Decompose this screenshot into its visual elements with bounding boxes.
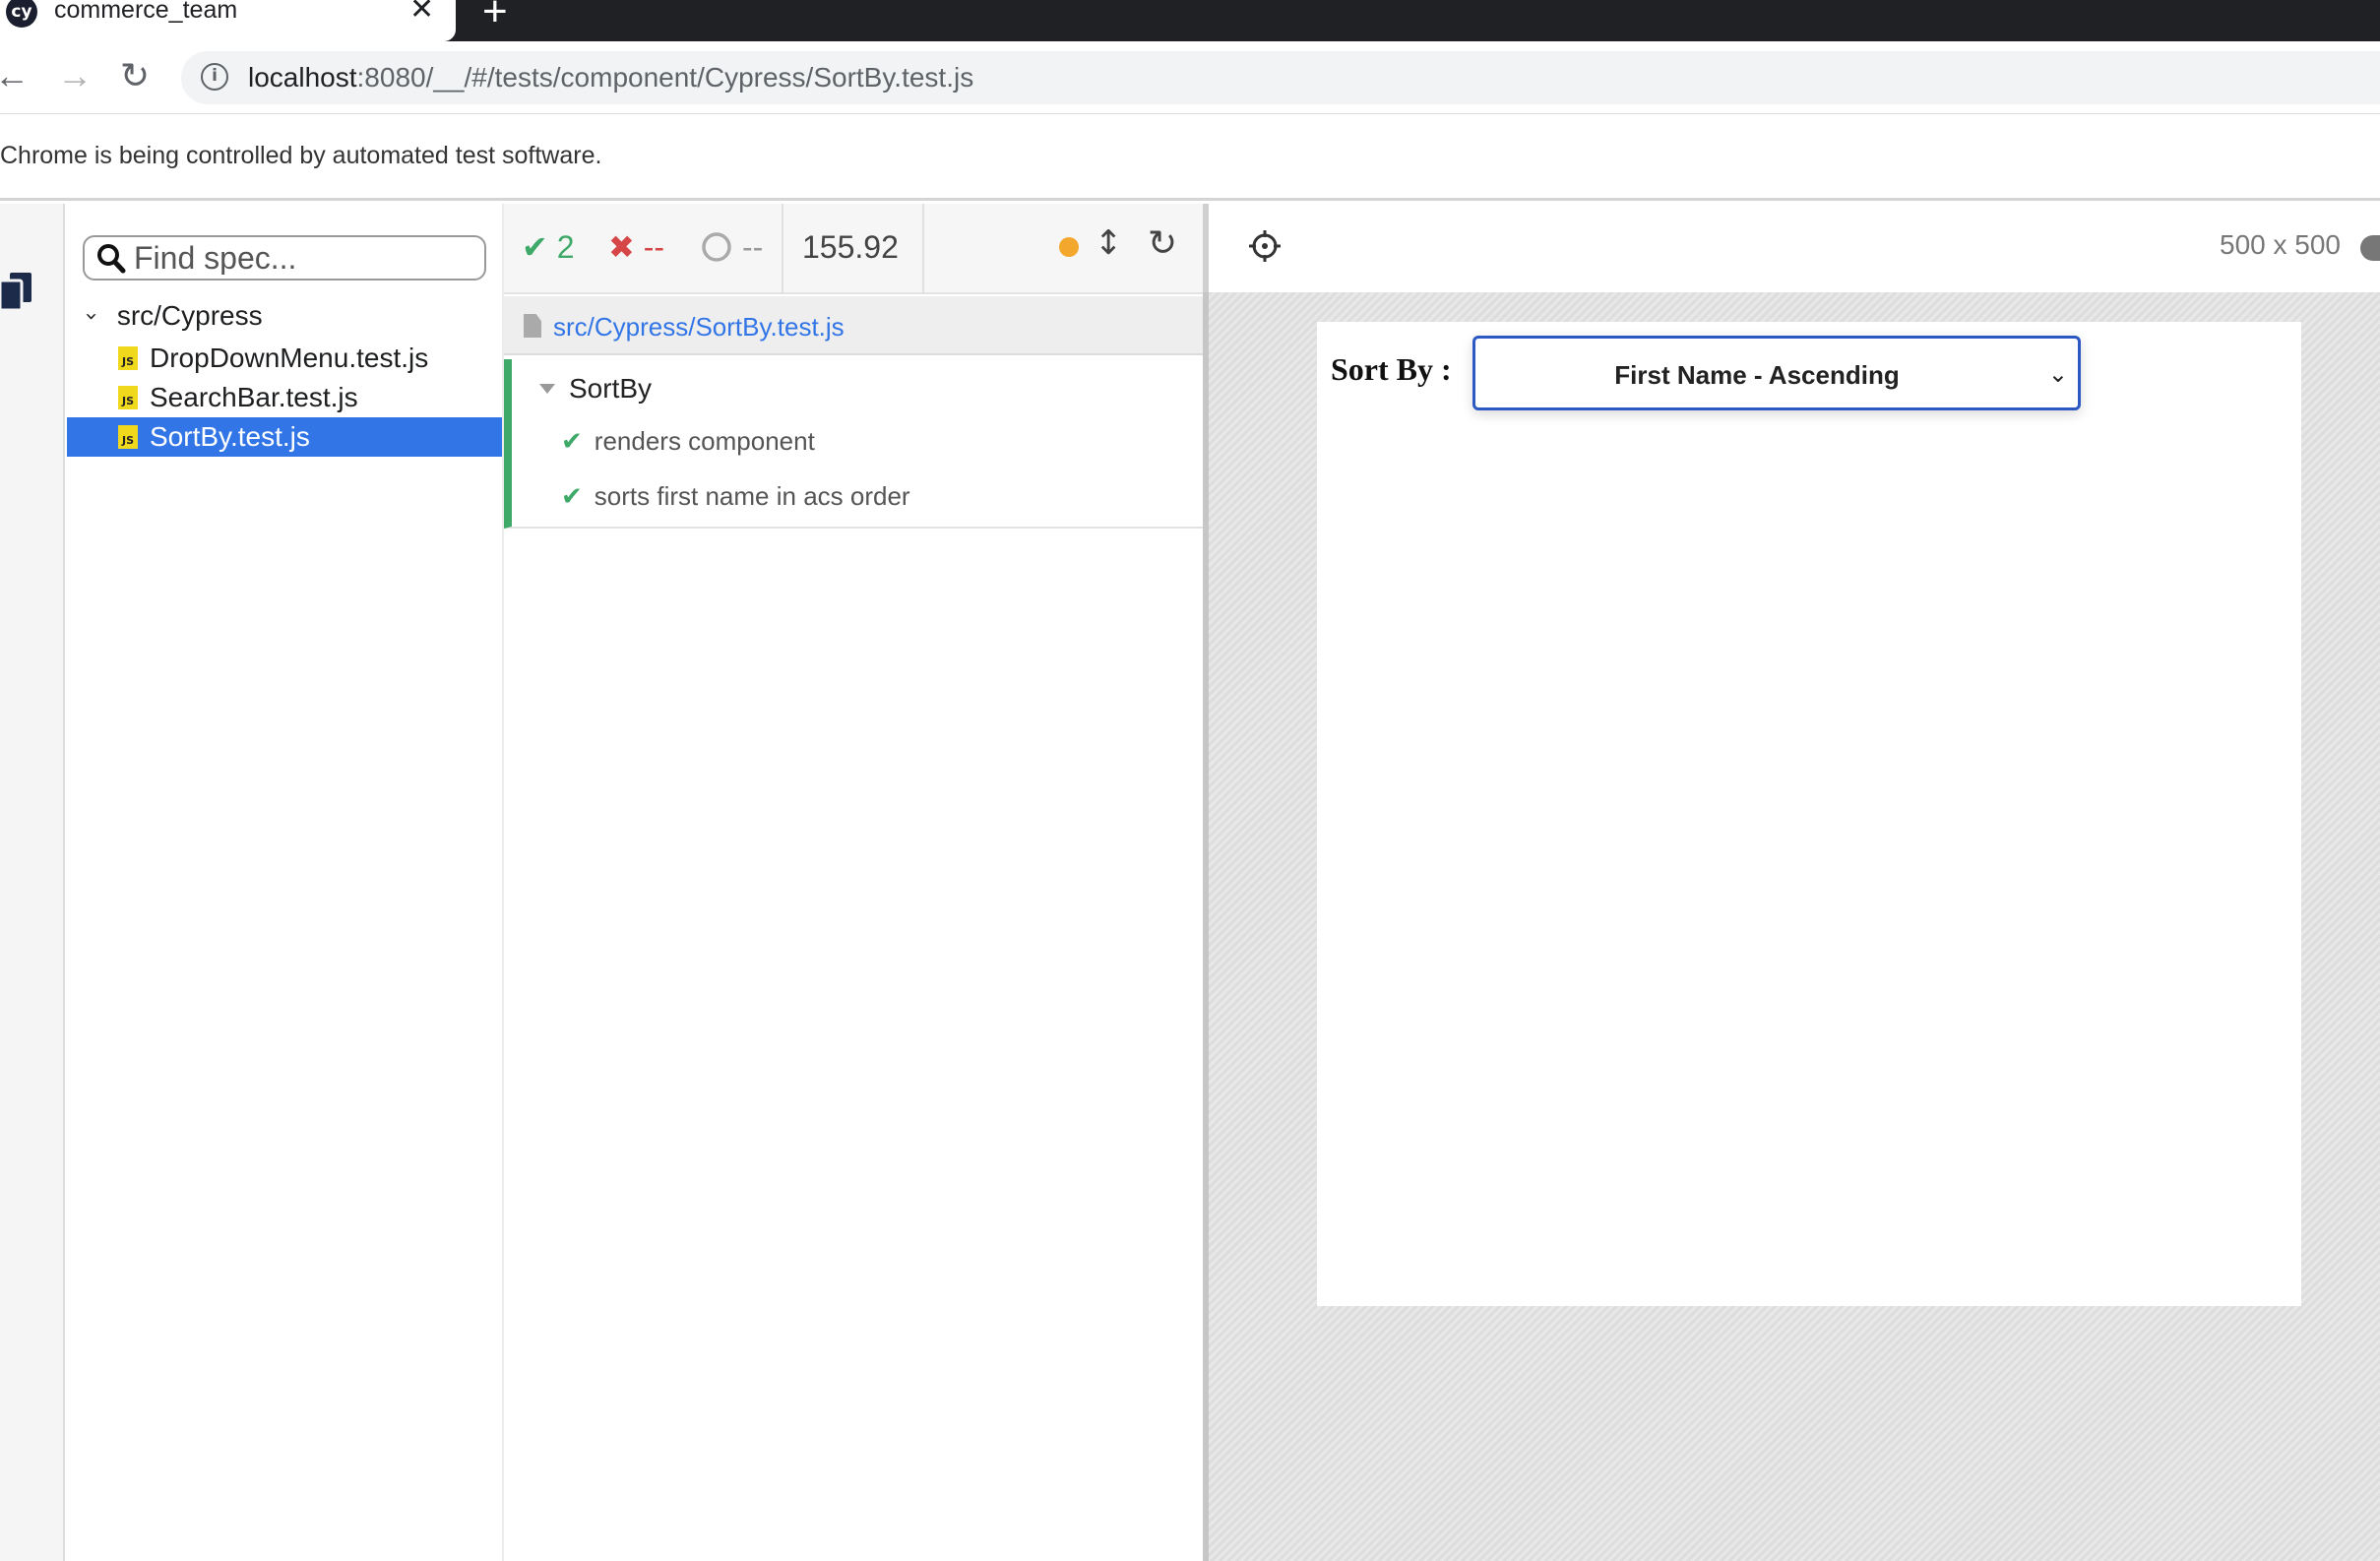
new-tab-icon[interactable]: + [482, 0, 508, 33]
infobar-message: Chrome is being controlled by automated … [0, 142, 602, 169]
url-text[interactable]: localhost:8080/__/#/tests/component/Cypr… [248, 60, 973, 95]
sort-by-select[interactable]: First Name - Ascending ⌄ [1472, 336, 2081, 410]
spec-file-label: SearchBar.test.js [150, 382, 358, 412]
cypress-logo-icon: cy [6, 0, 37, 28]
side-nav-rail [0, 204, 65, 1561]
automation-infobar: Chrome is being controlled by automated … [0, 114, 2380, 201]
passed-count: ✔ 2 [522, 225, 575, 269]
url-path: :8080/__/#/tests/component/Cypress/SortB… [356, 62, 974, 93]
test-row[interactable]: ✔ renders component [561, 426, 815, 457]
divider [782, 204, 783, 294]
spec-file-label: SortBy.test.js [150, 421, 310, 452]
check-icon: ✔ [561, 426, 583, 457]
tab-title: commerce_team [54, 0, 238, 24]
javascript-file-icon: JS [118, 425, 138, 449]
aut-header: 500 x 500 [1203, 204, 2380, 292]
spec-file-sortby[interactable]: JS SortBy.test.js [67, 417, 502, 457]
javascript-file-icon: JS [118, 386, 138, 409]
app-under-test-frame: Sort By : First Name - Ascending ⌄ [1317, 322, 2301, 1306]
spec-file-searchbar[interactable]: JS SearchBar.test.js [67, 378, 502, 417]
auto-scroll-icon[interactable]: ↕ [1095, 223, 1123, 263]
url-host: localhost [248, 62, 357, 93]
close-icon[interactable]: ✕ [409, 0, 434, 26]
folder-src-cypress[interactable]: › src/Cypress [79, 296, 263, 336]
divider [922, 204, 924, 294]
viewport-size: 500 x 500 [2220, 229, 2341, 260]
spec-search-box[interactable] [83, 235, 486, 281]
check-icon: ✔ [522, 229, 548, 265]
forward-arrow-icon[interactable]: → [57, 54, 93, 97]
spec-list-panel: › src/Cypress JS DropDownMenu.test.js JS… [65, 204, 504, 1561]
file-icon [524, 314, 541, 338]
spec-path-link[interactable]: src/Cypress/SortBy.test.js [553, 310, 845, 343]
passed-number: 2 [556, 229, 575, 265]
javascript-file-icon: JS [118, 346, 138, 370]
selector-playground-icon[interactable] [1248, 229, 1282, 263]
run-duration: 155.92 [802, 229, 899, 265]
address-bar-row: ← → ↻ i localhost:8080/__/#/tests/compon… [0, 41, 2380, 114]
spec-file-dropdownmenu[interactable]: JS DropDownMenu.test.js [67, 339, 502, 378]
chevron-down-icon: ⌄ [2047, 360, 2068, 388]
folder-label: src/Cypress [116, 300, 263, 331]
reload-icon[interactable]: ↻ [120, 54, 150, 97]
runnable-header: src/Cypress/SortBy.test.js [504, 296, 1203, 355]
suite-sortby: SortBy ✔ renders component ✔ sorts first… [504, 359, 1203, 529]
check-icon: ✔ [561, 481, 583, 512]
running-status-dot [1059, 237, 1079, 257]
test-row[interactable]: ✔ sorts first name in acs order [561, 481, 910, 512]
reporter-panel: ✔ 2 ✖ -- -- 155.92 ↕ ↻ src/Cypress/SortB… [504, 204, 1203, 1561]
test-title: sorts first name in acs order [594, 481, 910, 511]
rerun-reload-icon[interactable]: ↻ [1148, 223, 1177, 264]
spec-search-input[interactable] [134, 241, 469, 275]
back-arrow-icon[interactable]: ← [0, 54, 30, 97]
browser-tab-strip: cy commerce_team ✕ + [0, 0, 2380, 41]
site-info-icon[interactable]: i [201, 63, 228, 91]
search-icon [97, 244, 126, 274]
info-icon[interactable] [2360, 235, 2380, 261]
collapse-caret-icon [539, 384, 555, 394]
pending-number: -- [742, 229, 764, 265]
spec-file-label: DropDownMenu.test.js [150, 343, 429, 373]
selected-sort-option: First Name - Ascending [1614, 360, 1900, 390]
test-title: renders component [594, 426, 815, 456]
suite-label: SortBy [569, 373, 653, 404]
reporter-stats-bar: ✔ 2 ✖ -- -- 155.92 ↕ ↻ [504, 204, 1203, 294]
document-icon[interactable] [0, 273, 33, 312]
url-bar[interactable]: i localhost:8080/__/#/tests/component/Cy… [181, 51, 2380, 104]
pending-circle-icon [702, 232, 731, 262]
failed-count: ✖ -- [608, 225, 664, 269]
failed-number: -- [643, 229, 665, 265]
browser-tab[interactable]: cy commerce_team ✕ [0, 0, 456, 41]
aut-iframe-container: Sort By : First Name - Ascending ⌄ [1203, 292, 2380, 1561]
pending-count: -- [701, 225, 763, 269]
suite-title[interactable]: SortBy [539, 373, 652, 405]
x-icon: ✖ [608, 229, 635, 265]
chevron-down-icon: › [78, 311, 103, 321]
sort-by-label: Sort By : [1331, 351, 1452, 387]
